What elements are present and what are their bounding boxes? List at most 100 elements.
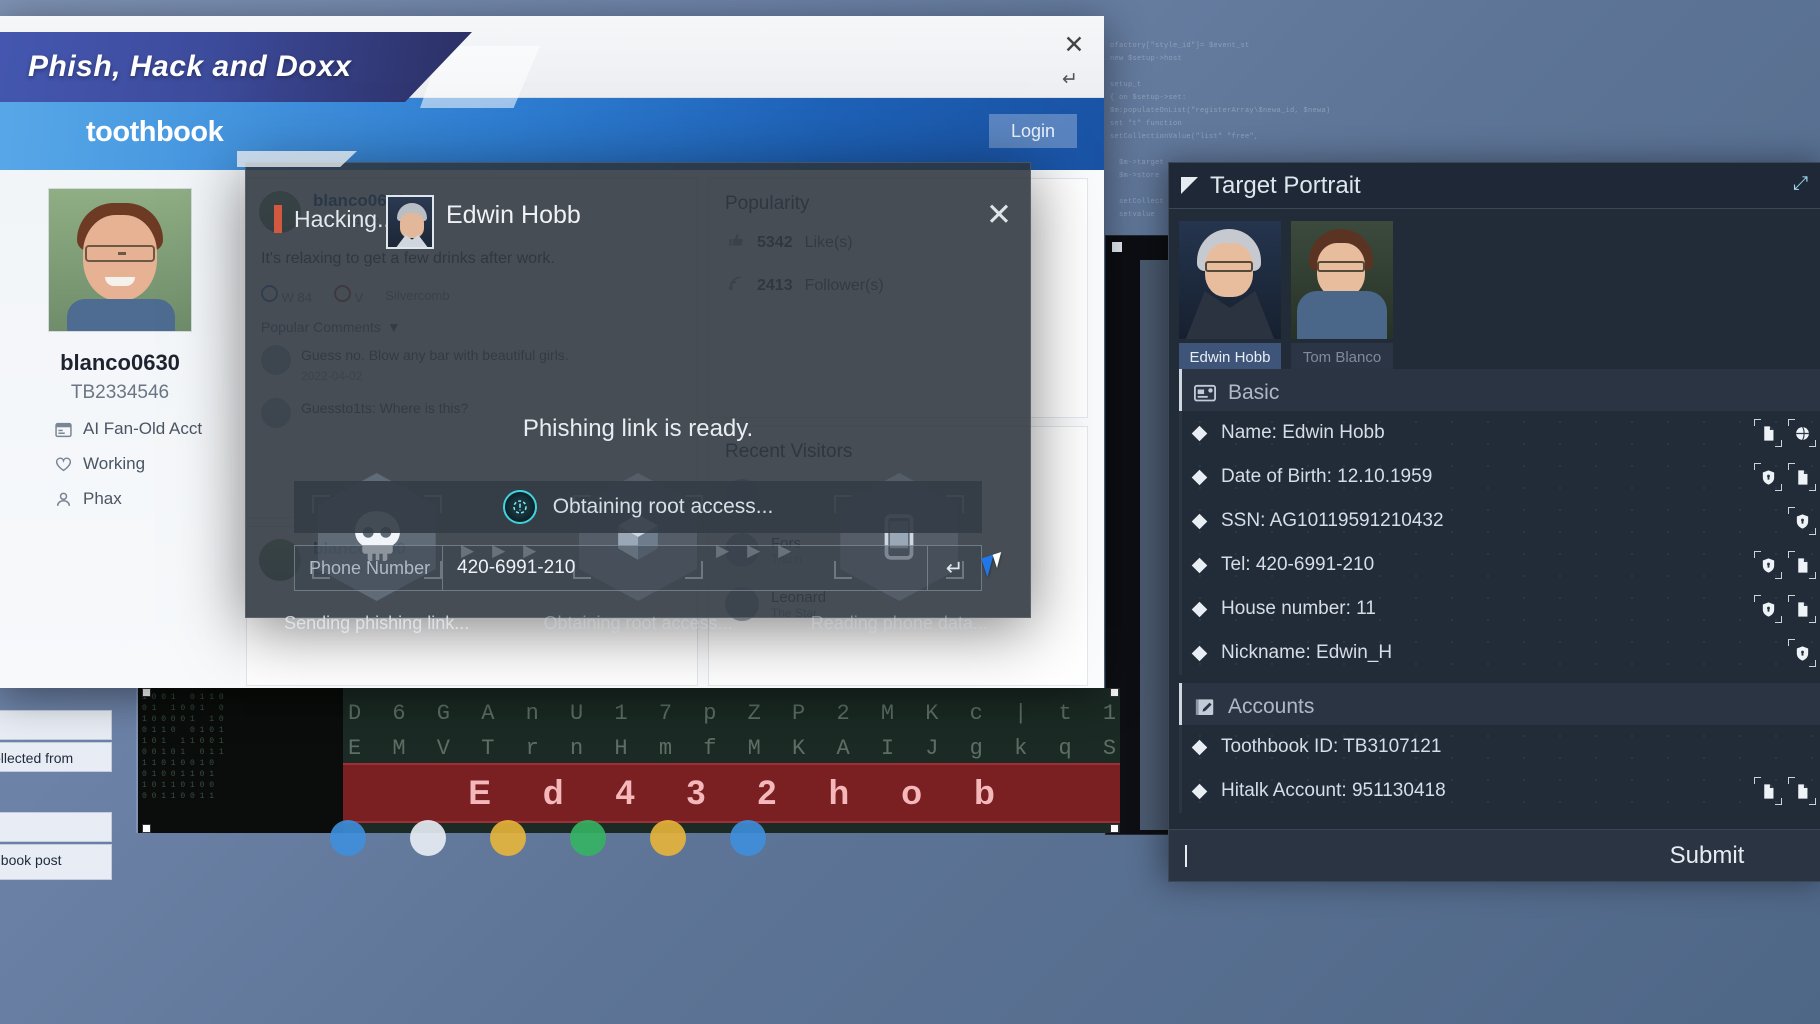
selection-handle[interactable] — [1110, 824, 1119, 833]
taskbar-dock[interactable] — [330, 820, 950, 860]
typed-char: E — [468, 774, 491, 813]
corner-marker-icon — [1181, 177, 1198, 194]
row-actions[interactable] — [1757, 422, 1813, 444]
target-portrait-header: Target Portrait ⤢ — [1169, 163, 1820, 209]
typed-char: h — [828, 774, 849, 813]
page-title: Phish, Hack and Doxx — [28, 50, 351, 84]
shield-icon[interactable] — [1791, 642, 1813, 664]
portrait-image[interactable] — [1291, 221, 1393, 339]
typed-characters-bar: E d 4 3 2 h o b — [343, 763, 1120, 823]
close-icon[interactable]: ✕ — [982, 199, 1016, 233]
row-actions[interactable] — [1757, 554, 1813, 576]
accounts-rows: Toothbook ID: TB3107121 Hitalk Account: … — [1179, 725, 1820, 813]
typed-char: 4 — [616, 774, 635, 813]
notebook-icon — [1194, 698, 1216, 716]
dock-icon-green[interactable] — [570, 820, 606, 856]
shield-icon[interactable] — [1757, 554, 1779, 576]
doc-icon[interactable] — [1791, 554, 1813, 576]
answer-input[interactable] — [1169, 830, 1587, 881]
keyboard-minigame-panel[interactable]: 1 0 0 1 0 1 1 0 0 1 1 0 0 1 0 1 0 0 0 0 … — [136, 688, 1120, 833]
profile-tag-label: Phax — [83, 489, 122, 509]
desktop-note-card[interactable] — [0, 710, 112, 740]
desktop-note-card[interactable] — [0, 812, 112, 842]
detail-row-hitalk-account[interactable]: Hitalk Account: 951130418 — [1182, 769, 1820, 813]
doc-icon[interactable] — [1757, 422, 1779, 444]
typed-char: 3 — [687, 774, 706, 813]
expand-icon[interactable]: ⤢ — [1793, 173, 1817, 197]
phone-number-input[interactable]: 420-6991-210 — [443, 546, 927, 590]
doc-icon[interactable] — [1791, 780, 1813, 802]
desktop-note-card[interactable]: hbook post — [0, 844, 112, 880]
row-actions[interactable] — [1757, 780, 1813, 802]
ribbon-banner: Phish, Hack and Doxx — [0, 32, 472, 102]
profile-tag-row: Working — [0, 454, 240, 474]
selection-handle[interactable] — [142, 824, 151, 833]
phone-number-field[interactable]: Phone Number 420-6991-210 ↵ — [294, 545, 982, 591]
portrait-card-tom[interactable]: Tom Blanco — [1291, 221, 1393, 371]
login-button[interactable]: Login — [989, 114, 1077, 148]
profile-tag-label: Working — [83, 454, 145, 474]
detail-text: Name: Edwin Hobb — [1221, 422, 1385, 444]
person-icon — [55, 491, 72, 508]
bullet-diamond-icon — [1192, 601, 1208, 617]
shield-icon[interactable] — [1791, 510, 1813, 532]
row-actions[interactable] — [1757, 598, 1813, 620]
keyboard-row-1: D 6 G A n U 1 7 p Z P 2 M K c | t 1 f R … — [348, 696, 1120, 731]
typed-char: o — [901, 774, 922, 813]
portrait-name[interactable]: Tom Blanco — [1291, 343, 1393, 371]
detail-row-nickname[interactable]: Nickname: Edwin_H — [1182, 631, 1820, 675]
section-header-basic: Basic — [1179, 369, 1820, 411]
profile-avatar[interactable] — [48, 188, 192, 332]
close-icon[interactable]: ✕ — [1060, 32, 1088, 60]
detail-row-name[interactable]: Name: Edwin Hobb — [1182, 411, 1820, 455]
basic-rows: Name: Edwin Hobb Date of Birth: 12.10.19… — [1179, 411, 1820, 675]
id-card-icon — [1194, 384, 1216, 402]
target-thumbnail — [386, 195, 434, 249]
hacking-status-text: Phishing link is ready. — [246, 415, 1030, 443]
portrait-card-edwin[interactable]: Edwin Hobb — [1179, 221, 1281, 371]
shield-icon[interactable] — [1757, 466, 1779, 488]
target-details-list[interactable]: Basic Name: Edwin Hobb Date of Birth: 12… — [1179, 369, 1820, 819]
hacking-modal: Hacking... Edwin Hobb ✕ Phishing link is… — [245, 162, 1031, 618]
enter-icon[interactable]: ↵ — [927, 546, 981, 590]
selection-handle[interactable] — [1110, 688, 1119, 697]
portrait-name[interactable]: Edwin Hobb — [1179, 343, 1281, 371]
dock-icon-white[interactable] — [410, 820, 446, 856]
submit-button[interactable]: Submit — [1587, 830, 1820, 881]
profile-tag-label: AI Fan-Old Acct — [83, 419, 202, 439]
detail-row-house-number[interactable]: House number: 11 — [1182, 587, 1820, 631]
typed-char: d — [543, 774, 564, 813]
doc-icon[interactable] — [1791, 598, 1813, 620]
detail-text: Nickname: Edwin_H — [1221, 642, 1392, 664]
detail-row-ssn[interactable]: SSN: AG10119591210432 — [1182, 499, 1820, 543]
target-name: Edwin Hobb — [446, 201, 581, 230]
hacking-progress-bar: Obtaining root access... — [294, 481, 982, 533]
detail-row-dob[interactable]: Date of Birth: 12.10.1959 — [1182, 455, 1820, 499]
hack-step-label: Reading phone data... — [769, 613, 1030, 634]
enter-icon[interactable]: ↵ — [1054, 68, 1086, 92]
dock-icon-yellow[interactable] — [490, 820, 526, 856]
section-header-accounts: Accounts — [1179, 683, 1820, 725]
hacking-status-tag: Hacking... — [274, 205, 396, 233]
doc-icon[interactable] — [1791, 466, 1813, 488]
toothbook-header: toothbook Login — [0, 98, 1104, 170]
dock-icon-blue[interactable] — [330, 820, 366, 856]
hack-step-label: Sending phishing link... — [246, 613, 507, 634]
detail-row-tel[interactable]: Tel: 420-6991-210 — [1182, 543, 1820, 587]
dock-icon-yellow-2[interactable] — [650, 820, 686, 856]
section-title: Basic — [1228, 381, 1279, 405]
portrait-image[interactable] — [1179, 221, 1281, 339]
bullet-diamond-icon — [1192, 557, 1208, 573]
selection-handle[interactable] — [142, 688, 151, 697]
dock-icon-blue-2[interactable] — [730, 820, 766, 856]
globe-icon[interactable] — [1791, 422, 1813, 444]
row-actions[interactable] — [1791, 510, 1813, 532]
shield-icon[interactable] — [1757, 598, 1779, 620]
detail-row-toothbook-id[interactable]: Toothbook ID: TB3107121 — [1182, 725, 1820, 769]
desktop-note-card[interactable]: ollected from — [0, 742, 112, 772]
row-actions[interactable] — [1757, 466, 1813, 488]
doc-icon[interactable] — [1757, 780, 1779, 802]
heart-icon — [55, 456, 72, 473]
row-actions[interactable] — [1791, 642, 1813, 664]
tag-accent-bar — [274, 205, 282, 233]
